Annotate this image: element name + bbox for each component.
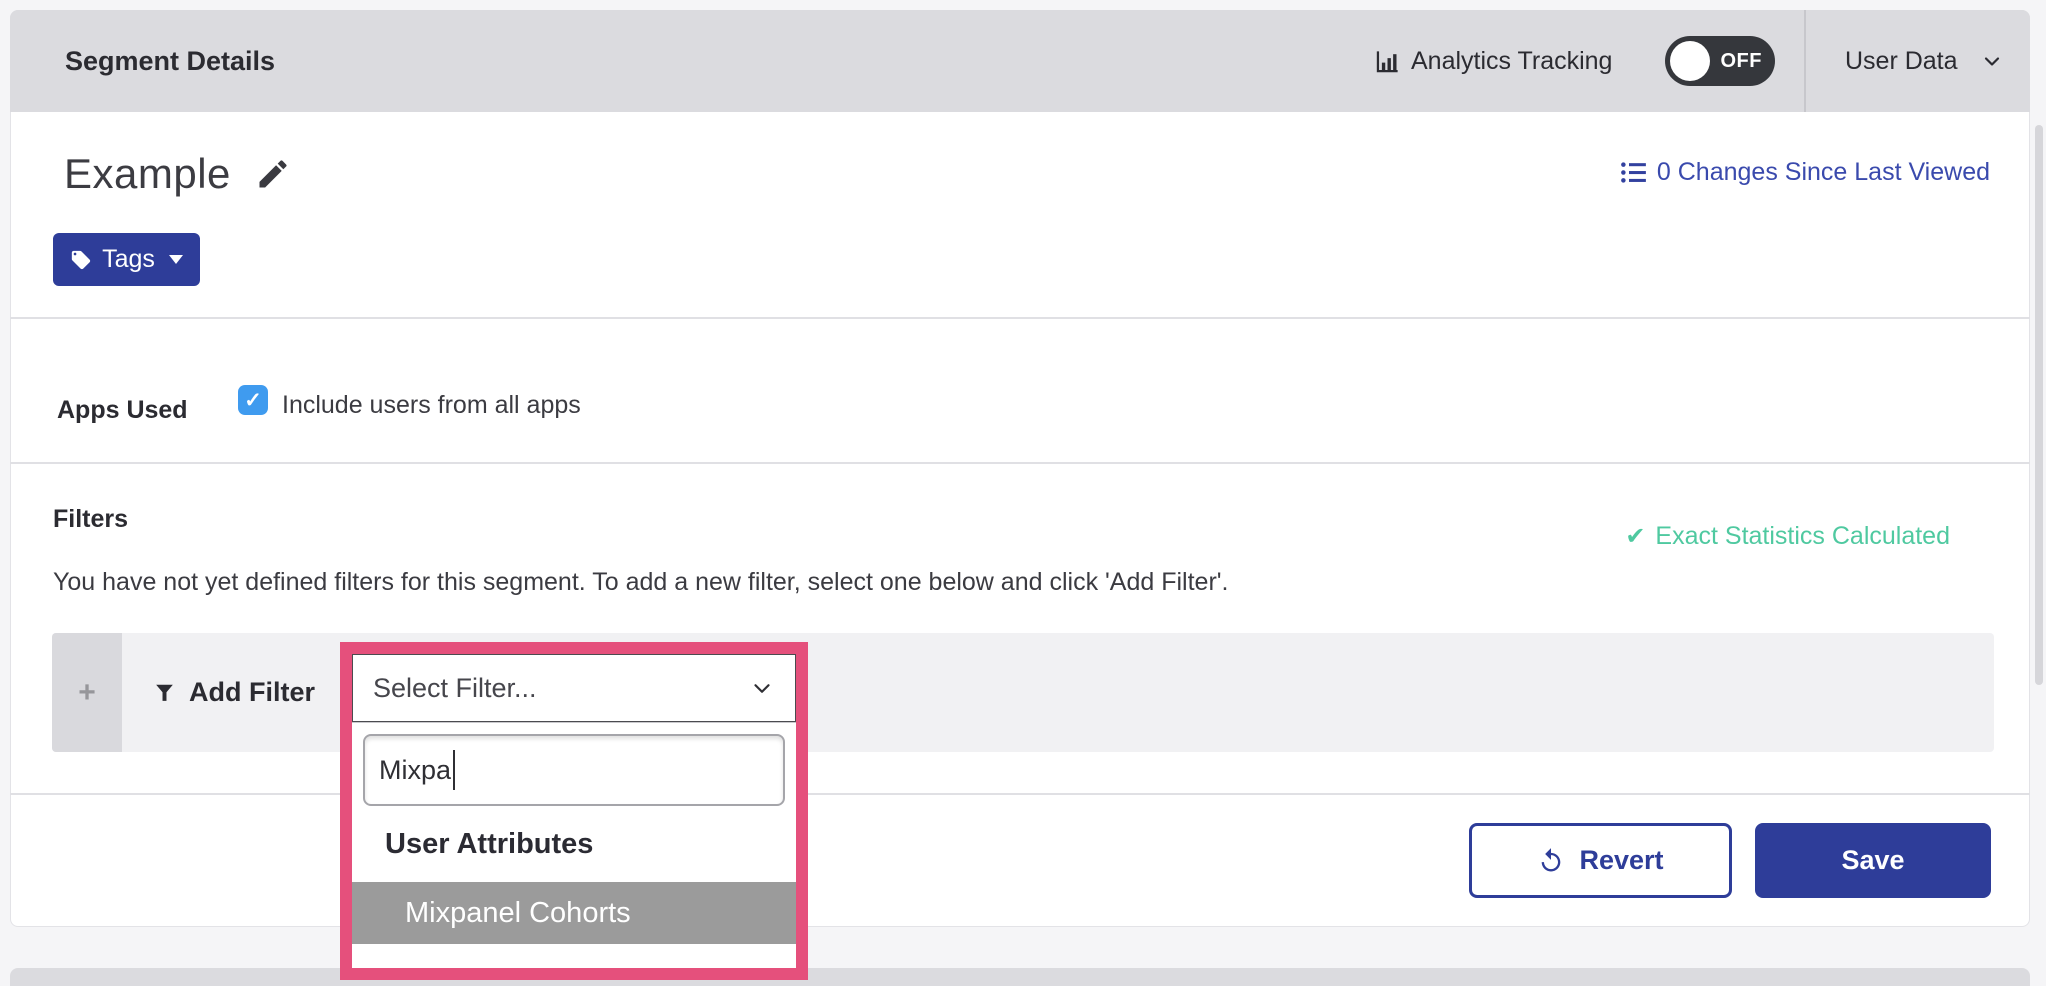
analytics-tracking-label: Analytics Tracking xyxy=(1411,47,1612,76)
select-filter-dropdown[interactable]: Select Filter... xyxy=(352,654,796,722)
revert-button-label: Revert xyxy=(1579,845,1663,876)
toggle-knob xyxy=(1670,41,1710,81)
filters-description: You have not yet defined filters for thi… xyxy=(53,568,1229,597)
filter-options-panel: Mixpa User Attributes Mixpanel Cohorts xyxy=(352,722,796,968)
changes-link-label: 0 Changes Since Last Viewed xyxy=(1657,158,1990,187)
plus-icon: + xyxy=(78,676,96,710)
filter-search-input[interactable]: Mixpa xyxy=(363,734,785,806)
include-all-apps-label: Include users from all apps xyxy=(282,391,581,420)
option-mixpanel-cohorts[interactable]: Mixpanel Cohorts xyxy=(352,882,796,944)
toggle-state-label: OFF xyxy=(1721,36,1763,86)
bar-chart-icon xyxy=(1374,48,1401,75)
caret-down-icon xyxy=(169,255,183,264)
check-icon: ✔ xyxy=(1625,522,1645,551)
select-filter-value: Select Filter... xyxy=(373,673,537,704)
edit-pencil-icon[interactable] xyxy=(255,156,291,192)
section-divider xyxy=(10,462,2030,464)
scrollbar[interactable] xyxy=(2035,125,2043,685)
section-divider xyxy=(10,317,2030,319)
user-data-label: User Data xyxy=(1845,47,1958,76)
tags-button-label: Tags xyxy=(102,245,155,274)
exact-statistics-label: Exact Statistics Calculated xyxy=(1655,522,1950,551)
user-data-menu[interactable]: User Data xyxy=(1845,10,2004,112)
add-filter-button[interactable]: Add Filter xyxy=(152,633,315,752)
analytics-tracking: Analytics Tracking xyxy=(1374,10,1612,112)
filter-search-value: Mixpa xyxy=(379,755,451,786)
analytics-tracking-toggle[interactable]: OFF xyxy=(1665,36,1775,86)
section-divider xyxy=(10,793,2030,795)
apps-used-label: Apps Used xyxy=(57,396,188,425)
undo-icon xyxy=(1537,847,1565,875)
tag-icon xyxy=(70,249,92,271)
exact-statistics-badge: ✔ Exact Statistics Calculated xyxy=(1625,522,1950,551)
segment-details-card xyxy=(10,10,2030,927)
filter-dropdown-annotation: Select Filter... Mixpa User Attributes M… xyxy=(340,642,808,980)
header-divider xyxy=(1804,10,1806,112)
checkmark-icon: ✓ xyxy=(244,388,262,413)
segment-name-row: Example xyxy=(64,148,291,200)
revert-button[interactable]: Revert xyxy=(1469,823,1732,898)
save-button-label: Save xyxy=(1841,845,1904,876)
next-panel-header xyxy=(10,968,2030,986)
filter-funnel-icon xyxy=(152,680,177,705)
filters-label: Filters xyxy=(53,505,128,534)
tags-button[interactable]: Tags xyxy=(53,233,200,286)
text-cursor xyxy=(453,750,455,790)
segment-details-page: Segment Details Analytics Tracking OFF U… xyxy=(0,0,2046,986)
option-group-header: User Attributes xyxy=(385,828,796,861)
segment-name: Example xyxy=(64,150,231,198)
chevron-down-icon xyxy=(1980,49,2004,73)
list-icon xyxy=(1620,159,1647,186)
changes-since-last-viewed-link[interactable]: 0 Changes Since Last Viewed xyxy=(1620,158,1990,187)
save-button[interactable]: Save xyxy=(1755,823,1991,898)
include-all-apps-checkbox[interactable]: ✓ xyxy=(238,385,268,415)
add-filter-plus-button[interactable]: + xyxy=(52,633,122,752)
page-title: Segment Details xyxy=(65,10,275,112)
chevron-down-icon xyxy=(749,675,775,701)
add-filter-label: Add Filter xyxy=(189,677,315,708)
